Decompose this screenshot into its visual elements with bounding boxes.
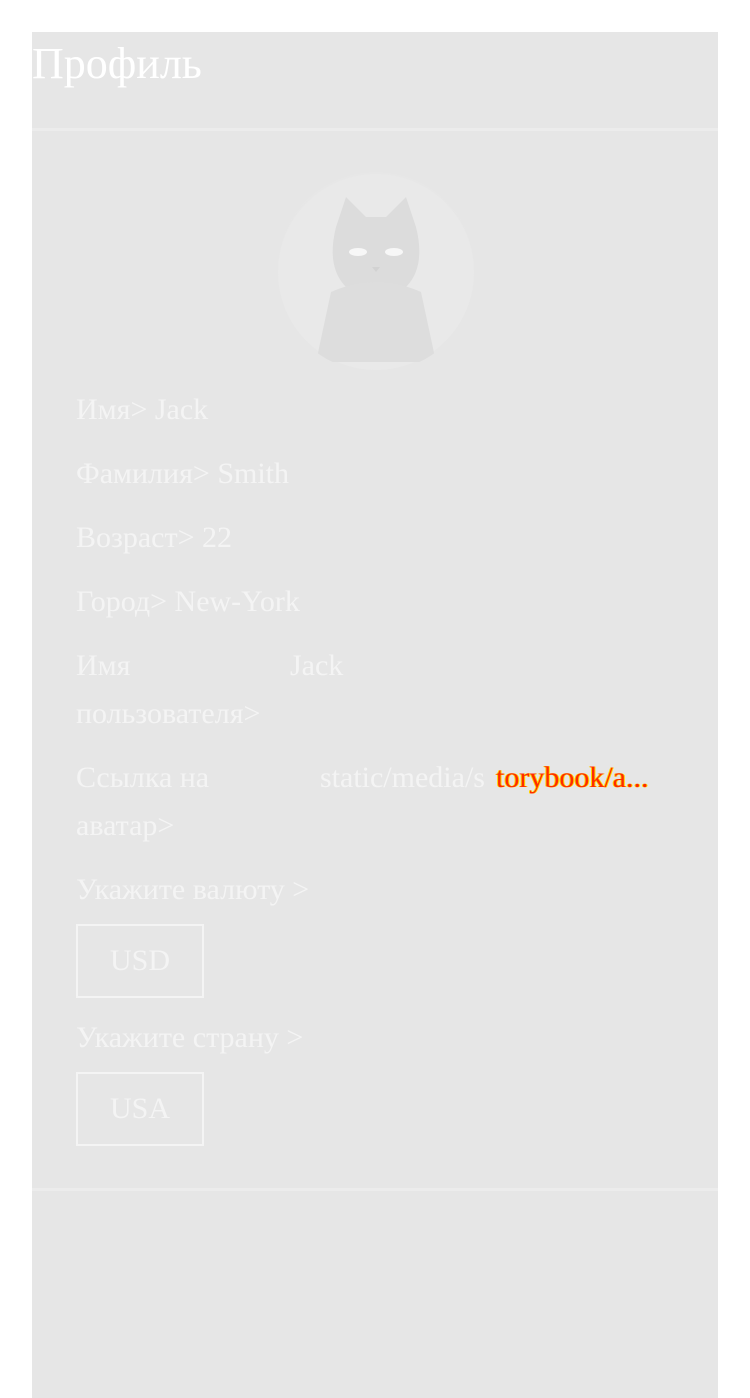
avatar-link-row: Ссылка на аватар> static/media/s toryboo… [76, 754, 676, 850]
username-value: Jack [290, 649, 344, 682]
cat-avatar-icon [278, 174, 474, 370]
currency-prompt: Укажите валюту > [76, 866, 309, 914]
currency-label: Укажите валюту > [76, 873, 310, 906]
age-row: Возраст> 22 [76, 514, 232, 562]
last-name-value: Smith [217, 457, 290, 490]
username-row: Имя пользователя> Jack [76, 642, 676, 738]
country-select[interactable]: USA [76, 1072, 204, 1146]
page-title: Профиль [32, 39, 202, 88]
last-name-row: Фамилия> Smith [76, 450, 289, 498]
city-row: Город> New-York [76, 578, 300, 626]
first-name-value: Jack [154, 393, 209, 426]
card-header: Профиль [32, 32, 718, 131]
currency-select[interactable]: USD [76, 924, 204, 998]
avatar-link-text: static/media/s [320, 761, 485, 794]
avatar-link-overflow: torybook/a... [496, 761, 649, 794]
country-selected-value: USA [109, 1092, 170, 1125]
first-name-row: Имя> Jack [76, 386, 208, 434]
city-label: Город> [76, 585, 168, 618]
currency-selected-value: USD [109, 944, 170, 977]
age-label: Возраст> [76, 521, 195, 554]
avatar-link-label: Ссылка на аватар> [76, 761, 210, 842]
age-value: 22 [202, 521, 233, 554]
country-label: Укажите страну > [76, 1021, 304, 1054]
first-name-label: Имя> [76, 393, 148, 426]
profile-card: Профиль Имя> Jack Фамилия> Smith Возраст… [32, 32, 718, 1398]
avatar-link-value[interactable]: static/media/s torybook/a... [320, 754, 668, 802]
country-prompt: Укажите страну > [76, 1014, 303, 1062]
footer-divider [32, 1188, 718, 1191]
city-value: New-York [174, 585, 300, 618]
avatar [276, 172, 476, 372]
username-label: Имя пользователя> [76, 649, 261, 730]
last-name-label: Фамилия> [76, 457, 210, 490]
